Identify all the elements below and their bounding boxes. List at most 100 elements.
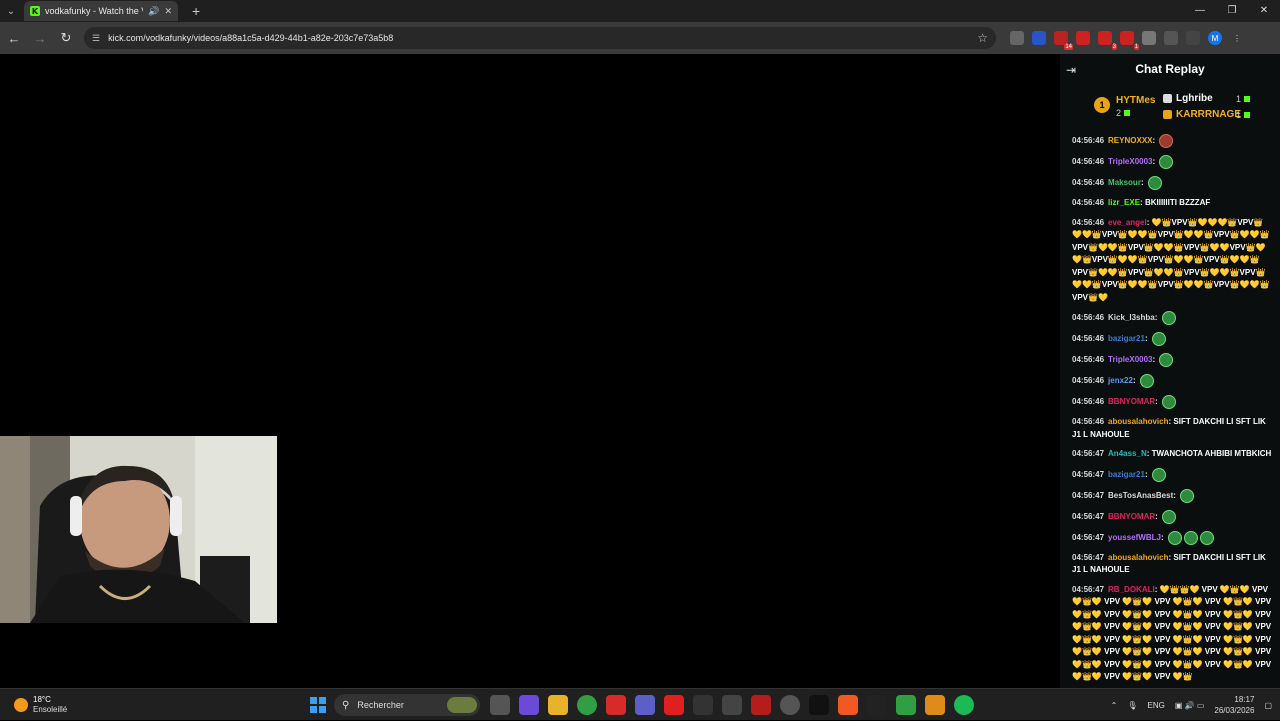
copilot-icon[interactable]	[519, 695, 539, 715]
clock[interactable]: 18:17 26/03/2026	[1214, 694, 1254, 716]
extension-icon[interactable]	[1142, 31, 1156, 45]
notifications-icon[interactable]: ▢	[1264, 701, 1272, 710]
profile-avatar[interactable]: M	[1208, 31, 1222, 45]
extension-icon[interactable]: 3	[1098, 31, 1117, 50]
language-indicator[interactable]: ENG	[1148, 701, 1165, 710]
file-explorer-icon[interactable]	[548, 695, 568, 715]
message-username[interactable]: Maksour	[1108, 178, 1141, 187]
webcam-overlay	[0, 436, 277, 623]
gifter-badge-icon	[1163, 94, 1172, 103]
app-icon[interactable]	[925, 695, 945, 715]
weather-condition[interactable]: Ensoleillé	[33, 705, 67, 714]
message-username[interactable]: BesTosAnasBest	[1108, 491, 1173, 500]
app-icon[interactable]	[606, 695, 626, 715]
task-view-icon[interactable]	[490, 695, 510, 715]
browser-tab[interactable]: K vodkafunky - Watch the VO 🔊 ✕	[24, 1, 178, 21]
emote-icon	[1159, 353, 1174, 367]
windows-taskbar: 18°C Ensoleillé ⚲ Rechercher ⌃ 🎙 ENG ▣ 🔊…	[0, 688, 1280, 720]
extension-icon[interactable]: 1	[1120, 31, 1139, 50]
message-username[interactable]: Kick_I3shba	[1108, 313, 1155, 322]
username-separator: :	[1155, 511, 1161, 521]
message-username[interactable]: An4ass_N	[1108, 449, 1147, 458]
taskbar-search[interactable]: ⚲ Rechercher	[334, 694, 480, 716]
app-icon[interactable]	[751, 695, 771, 715]
message-timestamp: 04:56:47	[1072, 511, 1105, 521]
tab-close-icon[interactable]: ✕	[164, 6, 172, 17]
message-timestamp: 04:56:46	[1072, 136, 1105, 146]
username-separator: :	[1160, 532, 1166, 542]
bookmark-star-icon[interactable]: ☆	[977, 31, 988, 45]
chat-message: 04:56:47 RB_DOKALI: 💛👑👑💛 VPV 💛👑💛 VPV 💛👑💛 …	[1072, 584, 1272, 684]
maximize-button[interactable]: ❐	[1216, 0, 1248, 20]
tab-search-icon[interactable]: ⌄	[0, 1, 22, 21]
video-player[interactable]	[0, 54, 1060, 688]
extension-icon[interactable]	[1010, 31, 1024, 45]
app-icon[interactable]	[867, 695, 887, 715]
emote-icon	[1159, 134, 1174, 148]
new-tab-button[interactable]: +	[192, 3, 200, 19]
tab-title: vodkafunky - Watch the VO	[45, 6, 143, 16]
message-timestamp: 04:56:47	[1072, 449, 1105, 458]
brave-icon[interactable]	[838, 695, 858, 715]
app-icon[interactable]	[693, 695, 713, 715]
extension-icon[interactable]: 14	[1054, 31, 1073, 50]
minimize-button[interactable]: —	[1184, 0, 1216, 20]
url-text[interactable]: kick.com/vodkafunky/videos/a88a1c5a-d429…	[108, 33, 969, 43]
spotify-icon[interactable]	[954, 695, 974, 715]
close-window-button[interactable]: ✕	[1248, 0, 1280, 20]
chat-message: 04:56:46 lizr_EXE: BKIIIIIITI BZZZAF	[1072, 197, 1272, 210]
reload-button[interactable]: ↻	[54, 26, 78, 50]
message-username[interactable]: BBNYOMAR	[1108, 397, 1155, 406]
address-bar[interactable]: ☰ kick.com/vodkafunky/videos/a88a1c5a-d4…	[84, 27, 996, 49]
back-button[interactable]: ←	[2, 26, 26, 50]
message-username[interactable]: jenx22	[1108, 376, 1133, 385]
gifter-name[interactable]: HYTMes	[1116, 95, 1155, 106]
message-username[interactable]: TripleX0003	[1108, 157, 1152, 166]
streamer-webcam-image	[0, 436, 277, 623]
app-icon[interactable]	[780, 695, 800, 715]
youtube-icon[interactable]	[664, 695, 684, 715]
message-username[interactable]: lizr_EXE	[1108, 198, 1140, 207]
app-icon[interactable]	[896, 695, 916, 715]
gifter-name[interactable]: Lghribe	[1176, 93, 1213, 104]
audio-playing-icon[interactable]: 🔊	[148, 6, 159, 17]
start-button[interactable]	[310, 697, 326, 713]
gifter-name[interactable]: KARRRNAGE	[1176, 109, 1241, 120]
message-username[interactable]: abousalahovich	[1108, 553, 1168, 562]
kick-favicon-icon: K	[30, 6, 40, 16]
emote-icon	[1139, 374, 1154, 388]
chrome-icon[interactable]	[577, 695, 597, 715]
top-gifters: 1 HYTMes 2 Lghribe 1 KARRRNAGE 1	[1060, 84, 1280, 128]
message-username[interactable]: youssefWBLJ	[1108, 533, 1161, 542]
chat-message: 04:56:46 jenx22:	[1072, 374, 1272, 388]
app-icon[interactable]	[722, 695, 742, 715]
weather-temperature[interactable]: 18°C	[33, 695, 51, 704]
reading-list-icon[interactable]	[1186, 31, 1200, 45]
extensions-puzzle-icon[interactable]	[1164, 31, 1178, 45]
extension-icon[interactable]	[1032, 31, 1046, 45]
message-username[interactable]: bazigar21	[1108, 334, 1145, 343]
message-username[interactable]: eve_angel	[1108, 218, 1147, 227]
menu-dots-icon[interactable]: ⋮	[1230, 31, 1244, 45]
forward-button[interactable]: →	[28, 26, 52, 50]
message-username[interactable]: abousalahovich	[1108, 417, 1168, 426]
browser-tab-bar: ⌄ K vodkafunky - Watch the VO 🔊 ✕ + — ❐ …	[0, 0, 1280, 22]
app-icon[interactable]	[809, 695, 829, 715]
microphone-icon[interactable]: 🎙	[1127, 701, 1137, 710]
sun-weather-icon[interactable]	[14, 698, 28, 712]
network-volume-battery-icon[interactable]: ▣ 🔊 ▭	[1175, 701, 1205, 710]
message-username[interactable]: BBNYOMAR	[1108, 512, 1155, 521]
extension-icon[interactable]	[1076, 31, 1090, 45]
collapse-chat-icon[interactable]: ⇥	[1066, 63, 1076, 77]
emote-icon	[1151, 332, 1166, 346]
chat-header: ⇥ Chat Replay	[1060, 54, 1280, 84]
show-hidden-icons-icon[interactable]: ⌃	[1111, 701, 1118, 710]
message-username[interactable]: bazigar21	[1108, 470, 1145, 479]
teams-icon[interactable]	[635, 695, 655, 715]
emote-icon	[1159, 155, 1174, 169]
message-timestamp: 04:56:47	[1072, 490, 1105, 500]
message-username[interactable]: RB_DOKALI	[1108, 585, 1155, 594]
message-username[interactable]: TripleX0003	[1108, 355, 1152, 364]
message-username[interactable]: REYNOXXX	[1108, 136, 1152, 145]
site-info-icon[interactable]: ☰	[92, 33, 100, 44]
